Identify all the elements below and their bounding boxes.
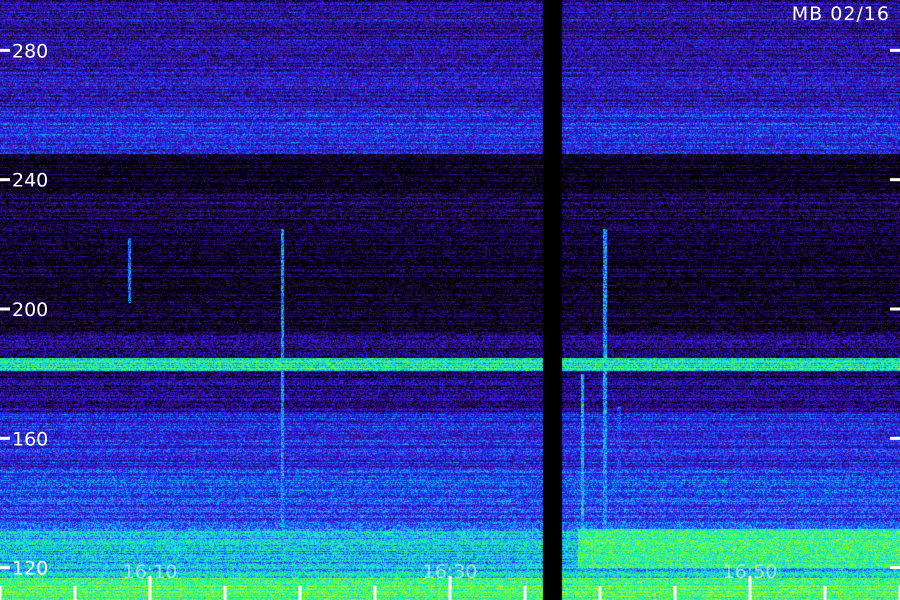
station-date-label: MB 02/16 bbox=[791, 3, 890, 25]
spectrogram-heatmap bbox=[0, 0, 900, 600]
spectrogram-panel: 120 160 200 240 280 16:10 16:30 16:50 MB 02/16 bbox=[0, 0, 900, 600]
